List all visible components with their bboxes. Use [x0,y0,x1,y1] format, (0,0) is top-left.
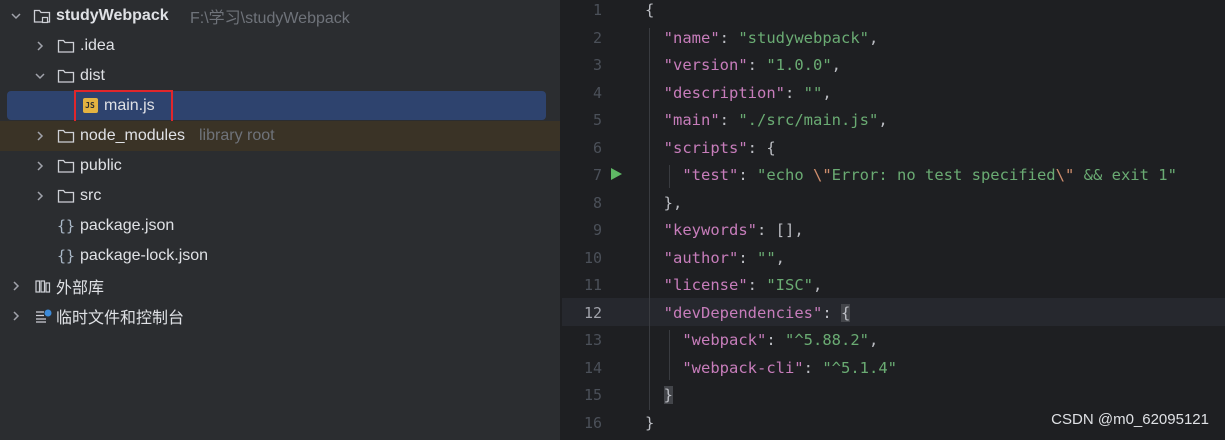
tree-item-public[interactable]: public [0,151,560,181]
library-icon [34,278,52,294]
line-number: 9 [592,221,602,239]
folder-icon [57,188,75,204]
project-name: studyWebpack [56,7,169,24]
line-number: 10 [583,248,602,267]
code-line: "webpack": "^5.88.2", [682,331,879,349]
code-line: "name": "studywebpack", [663,28,879,47]
line-number-current: 12 [583,303,602,322]
chevron-right-icon[interactable] [34,40,46,52]
chevron-down-icon[interactable] [34,70,46,82]
tree-item-external-libraries[interactable]: 外部库 [0,271,560,301]
code-line: } [663,386,674,404]
chevron-down-icon[interactable] [10,10,22,22]
tree-item-package-lock-json[interactable]: {} package-lock.json [0,241,560,271]
project-tree: studyWebpack F:\学习\studyWebpack .idea di… [0,0,560,440]
code-line: }, [663,193,683,212]
code-line-current: "devDependencies": { [663,303,851,322]
folder-icon [57,38,75,54]
watermark: CSDN @m0_62095121 [1051,411,1209,428]
tree-item-src[interactable]: src [0,181,560,211]
line-number: 5 [592,111,602,129]
tree-item-node-modules[interactable]: node_modules library root [0,121,560,151]
code-line: "version": "1.0.0", [663,56,842,74]
code-line: } [645,413,655,432]
tree-item-main-js-selected[interactable]: JS main.js [7,91,546,120]
folder-icon [57,128,75,144]
line-number: 15 [583,386,602,404]
tree-item-label: main.js [104,96,155,114]
folder-icon [57,68,75,84]
tree-item-label: public [80,157,122,174]
project-path: F:\学习\studyWebpack [190,10,350,27]
code-line: "scripts": { [663,138,776,157]
code-line: { [645,1,655,19]
code-line: "keywords": [], [663,221,804,239]
line-number: 14 [583,358,602,377]
tree-item-idea[interactable]: .idea [0,31,560,61]
run-script-icon[interactable] [611,168,622,180]
tree-root[interactable]: studyWebpack F:\学习\studyWebpack [0,1,560,31]
tree-item-scratches[interactable]: 临时文件和控制台 [0,301,560,331]
code-line: "description": "", [663,83,832,102]
line-number: 13 [583,331,602,349]
tree-item-label: .idea [80,37,115,54]
chevron-right-icon[interactable] [34,190,46,202]
tree-item-label: dist [80,67,105,84]
line-number: 2 [592,28,602,47]
chevron-right-icon[interactable] [34,130,46,142]
code-line: "main": "./src/main.js", [663,111,888,129]
library-root-hint: library root [199,127,275,144]
code-line: "webpack-cli": "^5.1.4" [682,358,897,377]
code-line: "author": "", [663,248,786,267]
tree-item-label: 外部库 [56,280,105,297]
chevron-right-icon[interactable] [10,310,22,322]
json-file-icon: {} [56,247,76,265]
line-number: 1 [592,1,602,19]
line-number: 4 [592,83,602,102]
json-file-icon: {} [56,217,76,235]
line-number: 11 [583,276,602,294]
tree-item-dist[interactable]: dist [0,61,560,91]
chevron-right-icon[interactable] [34,160,46,172]
scratches-icon [34,308,52,324]
line-number: 3 [592,56,602,74]
tree-item-label: package-lock.json [80,247,209,264]
code-line: "test": "echo \"Error: no test specified… [682,166,1177,184]
tree-item-label: package.json [80,217,175,234]
line-number: 16 [583,413,602,432]
chevron-right-icon[interactable] [10,280,22,292]
line-number: 7 [592,166,602,184]
tree-item-label: 临时文件和控制台 [56,310,185,327]
folder-icon [57,158,75,174]
javascript-file-icon: JS [81,98,99,114]
tree-item-package-json[interactable]: {} package.json [0,211,560,241]
line-number: 6 [592,138,602,157]
code-line: "license": "ISC", [663,276,823,294]
module-folder-icon [33,8,51,24]
tree-item-label: node_modules [80,127,185,144]
line-number: 8 [592,193,602,212]
tree-item-label: src [80,187,102,204]
